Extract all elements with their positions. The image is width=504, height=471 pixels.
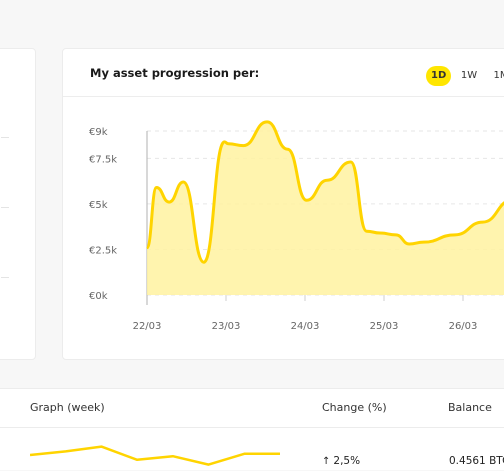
data-point: [350, 161, 352, 163]
data-point: [326, 179, 328, 181]
asset-table: Graph (week) Change (%) Balance ↑ 2,5% 0.…: [0, 388, 504, 470]
column-header-balance: Balance: [448, 401, 492, 414]
data-point: [395, 234, 397, 236]
sparkline-chart: [30, 445, 280, 466]
left-panel-card: [0, 48, 36, 360]
chart-area-fill: [147, 121, 504, 295]
y-tick-label: €5k: [89, 200, 108, 211]
left-panel-gridline: [1, 277, 9, 278]
asset-chart: €9k €7.5k €5k €2.5k €0k 22/03 23/03 24/03 25/03 2…: [89, 120, 504, 332]
y-tick-label: €2.5k: [89, 245, 117, 256]
change-value: 2,5%: [333, 455, 361, 467]
data-point: [482, 221, 484, 223]
data-point: [423, 241, 424, 243]
data-point: [454, 234, 456, 236]
x-tick-label: 26/03: [449, 321, 478, 332]
data-point: [242, 145, 244, 147]
data-point: [366, 230, 368, 232]
x-tick-label: 22/03: [133, 321, 162, 332]
change-cell: ↑ 2,5%: [322, 455, 360, 467]
table-divider: [0, 427, 504, 428]
x-tick-label: 23/03: [212, 321, 241, 332]
asset-progression-card: My asset progression per: 1D 1W 1M €9k€7…: [62, 48, 504, 360]
left-panel-gridline: [1, 207, 9, 208]
data-point: [168, 201, 170, 203]
data-point: [155, 186, 157, 188]
data-point: [203, 261, 205, 263]
x-tick-label: 25/03: [370, 321, 399, 332]
data-point: [379, 232, 381, 234]
y-tick-label: €9k: [89, 127, 108, 138]
y-tick-label: €7.5k: [89, 154, 117, 165]
data-point: [146, 247, 148, 249]
data-point: [182, 181, 184, 183]
left-panel-gridline: [1, 137, 9, 138]
up-arrow-icon: ↑: [322, 456, 331, 467]
balance-value: 0.4561 BTC: [449, 455, 504, 467]
data-point: [287, 148, 289, 150]
column-header-graph: Graph (week): [30, 401, 105, 414]
column-header-change: Change (%): [322, 401, 387, 414]
data-point: [266, 121, 268, 123]
data-point: [223, 141, 225, 143]
data-point: [227, 143, 229, 145]
data-point: [306, 199, 308, 201]
y-tick-label: €0k: [89, 291, 108, 302]
data-point: [408, 243, 410, 245]
x-tick-label: 24/03: [291, 321, 320, 332]
sparkline-line: [30, 445, 280, 466]
